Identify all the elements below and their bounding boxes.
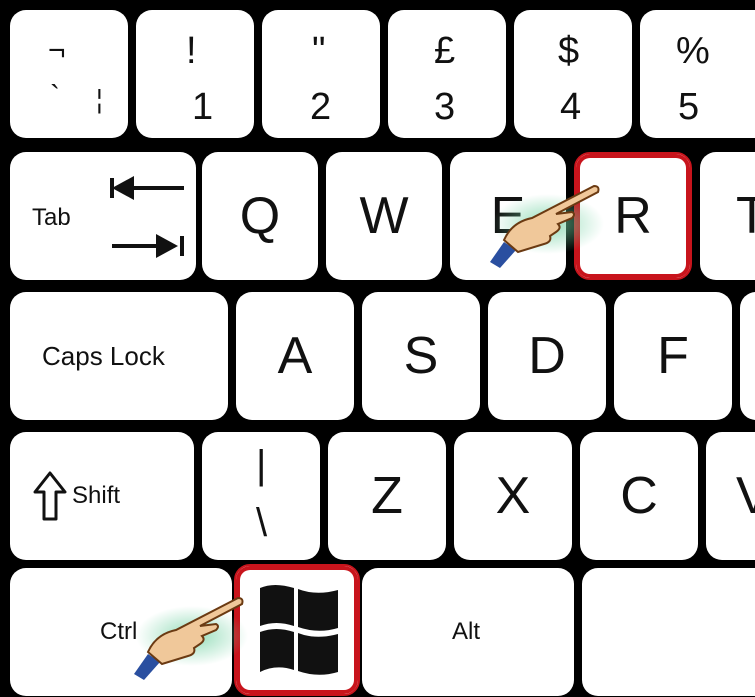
- key-tab-label: Tab: [32, 204, 71, 231]
- key-2-number: 2: [310, 86, 332, 128]
- key-caps-lock[interactable]: Caps Lock: [10, 292, 228, 420]
- key-tab[interactable]: Tab: [10, 152, 196, 280]
- key-f-letter: F: [657, 327, 689, 385]
- key-v-letter: V: [736, 467, 755, 525]
- key-w-letter: W: [359, 187, 409, 245]
- key-3-number: 3: [434, 86, 456, 128]
- key-1-number: 1: [192, 86, 214, 128]
- key-backtick-shift-symbol: ¬: [48, 34, 66, 67]
- key-3-shift-symbol: £: [434, 30, 456, 72]
- key-alt[interactable]: Alt: [362, 568, 574, 696]
- key-d[interactable]: D: [488, 292, 606, 420]
- key-t[interactable]: T: [700, 152, 755, 280]
- key-5-shift-symbol: %: [676, 30, 710, 72]
- key-v[interactable]: V: [706, 432, 755, 560]
- key-x-letter: X: [495, 467, 531, 525]
- key-s-letter: S: [403, 327, 439, 385]
- key-shift-label: Shift: [72, 482, 121, 509]
- key-4[interactable]: $ 4: [514, 10, 632, 138]
- key-alt-label: Alt: [452, 618, 481, 645]
- key-a-letter: A: [277, 327, 313, 385]
- key-caps-lock-label: Caps Lock: [42, 341, 165, 371]
- key-d-letter: D: [528, 327, 566, 385]
- key-2-shift-symbol: ": [312, 30, 326, 72]
- key-c[interactable]: C: [580, 432, 698, 560]
- key-a[interactable]: A: [236, 292, 354, 420]
- key-e-letter: E: [490, 187, 526, 245]
- key-backslash[interactable]: | \: [202, 432, 320, 560]
- key-t-letter: T: [736, 187, 755, 245]
- windows-logo-icon: [260, 585, 338, 675]
- key-2[interactable]: " 2: [262, 10, 380, 138]
- key-x[interactable]: X: [454, 432, 572, 560]
- key-r-letter: R: [614, 187, 652, 245]
- key-backslash-shift-symbol: |: [256, 443, 267, 487]
- key-w[interactable]: W: [326, 152, 442, 280]
- key-space[interactable]: [582, 568, 755, 696]
- key-3[interactable]: £ 3: [388, 10, 506, 138]
- key-ctrl[interactable]: Ctrl: [10, 568, 232, 696]
- key-4-shift-symbol: $: [558, 30, 580, 72]
- key-q[interactable]: Q: [202, 152, 318, 280]
- key-e[interactable]: E: [450, 152, 566, 280]
- tab-arrows-icon: [110, 176, 184, 258]
- key-s[interactable]: S: [362, 292, 480, 420]
- keyboard: ¬ ` ¦ ! 1 " 2 £ 3 $ 4 % 5 Tab Q W E R T …: [0, 0, 755, 697]
- key-q-letter: Q: [239, 187, 281, 245]
- key-backtick-symbol: `: [50, 80, 60, 113]
- shift-arrow-icon: [33, 471, 67, 521]
- key-5[interactable]: % 5: [640, 10, 755, 138]
- key-shift[interactable]: Shift: [10, 432, 194, 560]
- key-backtick[interactable]: ¬ ` ¦: [10, 10, 128, 138]
- key-backslash-symbol: \: [256, 501, 268, 545]
- key-5-number: 5: [678, 86, 700, 128]
- key-r[interactable]: R: [574, 152, 692, 280]
- key-4-number: 4: [560, 86, 582, 128]
- key-f[interactable]: F: [614, 292, 732, 420]
- key-ctrl-label: Ctrl: [100, 618, 138, 645]
- key-c-letter: C: [620, 467, 658, 525]
- key-z[interactable]: Z: [328, 432, 446, 560]
- key-windows[interactable]: [234, 564, 360, 696]
- key-backtick-altgr-symbol: ¦: [96, 84, 103, 114]
- key-z-letter: Z: [371, 467, 403, 525]
- key-g-partial[interactable]: [740, 292, 755, 420]
- key-1[interactable]: ! 1: [136, 10, 254, 138]
- key-1-shift-symbol: !: [186, 30, 197, 72]
